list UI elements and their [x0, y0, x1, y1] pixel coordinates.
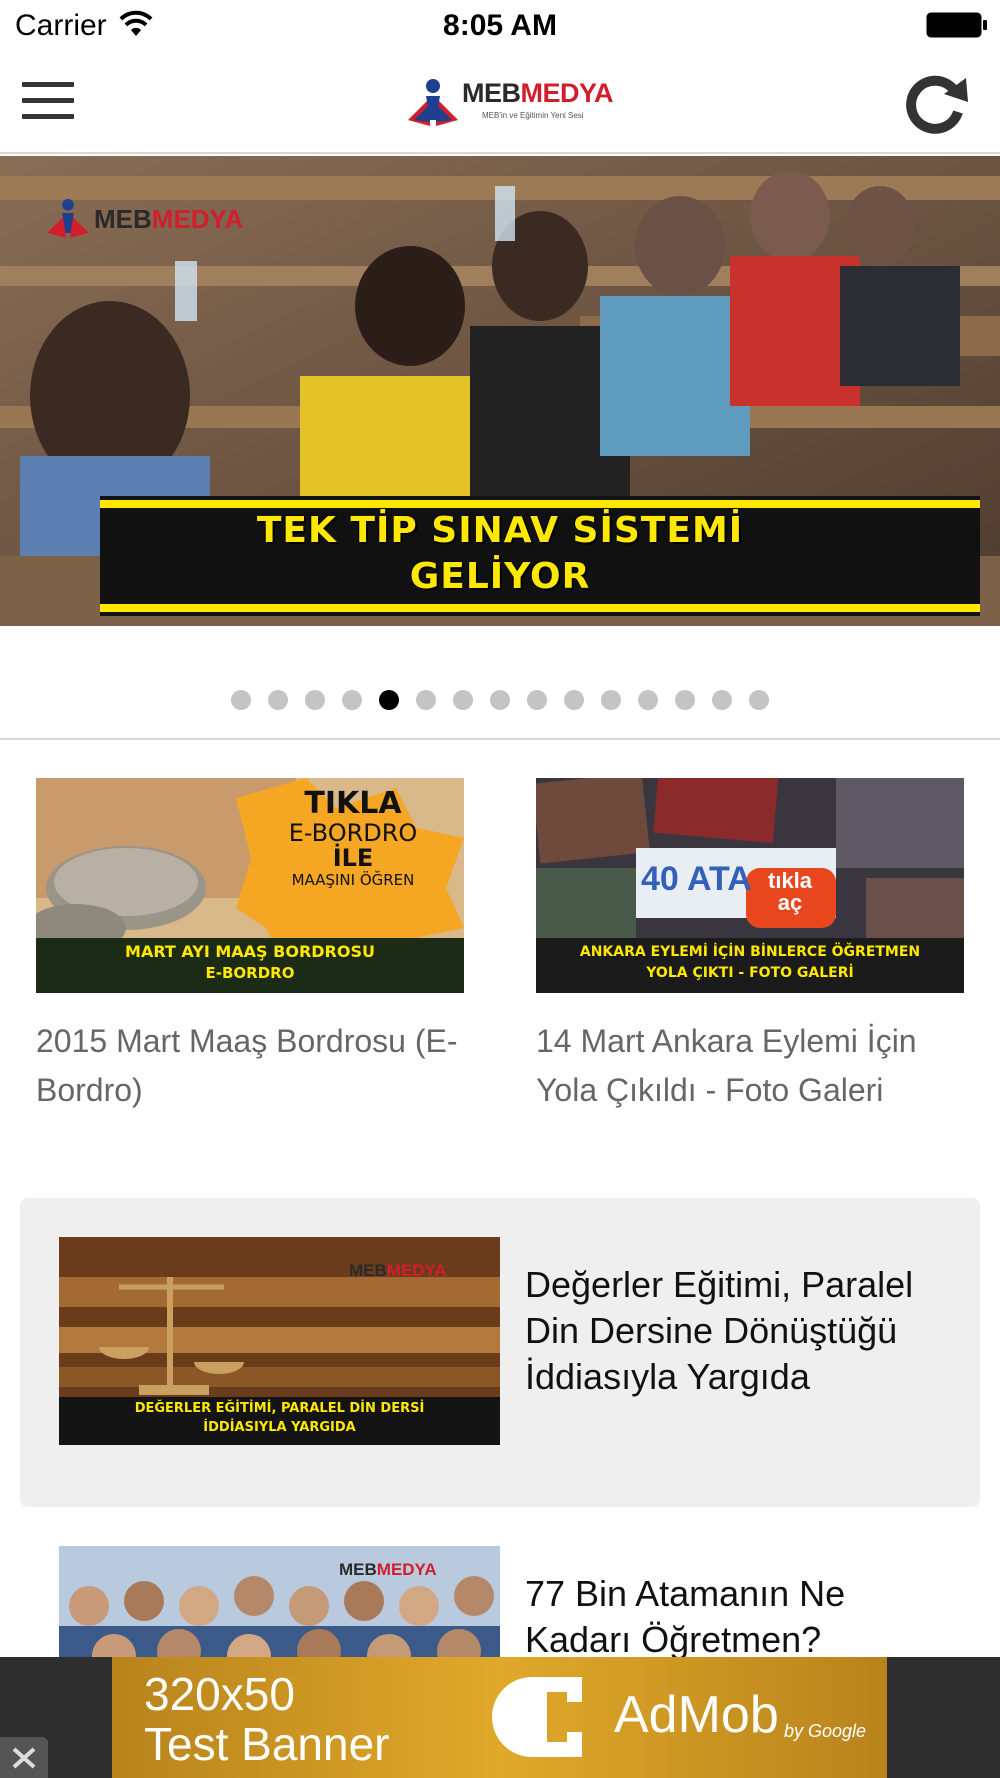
logo-text-medya: MEDYA [520, 78, 614, 108]
menu-button[interactable] [22, 82, 74, 122]
thumb-brand: MEDYA [386, 1261, 447, 1280]
status-bar: Carrier 8:05 AM [0, 0, 1000, 50]
news-title: 77 Bin Atamanın Ne Kadarı Öğretmen? [525, 1573, 846, 1660]
ad-text-line-2: Test Banner [144, 1718, 390, 1770]
hamburger-icon-bar [22, 82, 74, 87]
hero-title-line-1: TEK TİP SINAV SİSTEMİ [256, 510, 744, 551]
news-thumbnail: TIKLA E-BORDRO İLE MAAŞINI ÖĞREN MART AY… [36, 778, 464, 993]
thumb-text: İDDİASIYLA YARGIDA [203, 1420, 356, 1435]
page-dot[interactable] [230, 690, 251, 710]
page-dot[interactable] [748, 690, 769, 710]
news-grid-item[interactable]: TIKLA E-BORDRO İLE MAAŞINI ÖĞREN MART AY… [36, 778, 464, 1115]
page-dot[interactable] [526, 690, 547, 710]
hamburger-icon-bar [22, 114, 74, 119]
hero-brand-watermark: MEBMEDYA [44, 196, 244, 240]
news-caption: 2015 Mart Maaş Bordrosu (E-Bordro) [36, 1023, 458, 1108]
battery-icon [926, 12, 987, 38]
navigation-bar: MEBMEDYA MEB'in ve Eğitimin Yeni Sesi [0, 50, 1000, 154]
hero-brand-meb: MEB [94, 204, 152, 234]
hero-title: TEK TİP SINAV SİSTEMİ GELİYOR [160, 508, 840, 600]
app-logo: MEBMEDYA MEB'in ve Eğitimin Yeni Sesi [404, 74, 614, 130]
logo-wordmark: MEBMEDYA [462, 78, 614, 109]
hamburger-icon-bar [22, 98, 74, 103]
page-dot[interactable] [415, 690, 436, 710]
page-dot[interactable] [563, 690, 584, 710]
hero-brand-text: MEBMEDYA [94, 204, 243, 235]
admob-test-banner[interactable]: 320x50 Test Banner AdMob by Google [112, 1657, 887, 1778]
app-screen: Carrier 8:05 AM MEBMEDYA MEB'in ve Eğiti… [0, 0, 1000, 1778]
logo-text-meb: MEB [462, 78, 521, 108]
slider-page-indicator[interactable] [0, 690, 1000, 712]
clock: 8:05 AM [443, 9, 557, 42]
thumb-brand: MEB [349, 1261, 387, 1280]
thumb-text: YOLA ÇIKTI - FOTO GALERİ [646, 965, 854, 981]
thumb-text: DEĞERLER EĞİTİMİ, PARALEL DİN DERSİ [134, 1401, 425, 1416]
news-title: Değerler Eğitimi, Paralel Din Dersine Dö… [525, 1264, 914, 1397]
ad-text: 320x50 Test Banner [144, 1669, 389, 1769]
page-dot[interactable] [637, 690, 658, 710]
ad-brand: AdMob [614, 1686, 779, 1744]
thumb-text: MART AYI MAAŞ BORDROSU [125, 942, 375, 961]
page-dot[interactable] [304, 690, 325, 710]
hero-slider[interactable]: MEBMEDYA TEK TİP SINAV SİSTEMİ GELİYOR [0, 156, 1000, 626]
thumb-brand: MEB [339, 1560, 377, 1579]
section-divider [0, 738, 1000, 740]
logo-emblem-icon [408, 79, 458, 126]
thumb-text: aç [777, 890, 803, 915]
ad-banner-bar: 320x50 Test Banner AdMob by Google [0, 1657, 1000, 1778]
ad-brand-sub: by Google [784, 1721, 867, 1741]
thumb-text: E-BORDRO [205, 964, 295, 982]
news-thumbnail: 40 ATA tıkla aç ANKARA EYLEMİ İÇİN BİNLE… [536, 778, 964, 993]
hero-brand-medya: MEDYA [151, 204, 244, 234]
thumb-text: MAAŞINI ÖĞREN [291, 871, 415, 889]
news-caption: 14 Mart Ankara Eylemi İçin Yola Çıkıldı … [536, 1023, 917, 1108]
thumb-text: 40 ATA [641, 860, 752, 898]
thumb-text: E-BORDRO [288, 819, 418, 847]
thumb-brand: MEDYA [376, 1560, 437, 1579]
logo-emblem-icon [47, 198, 89, 238]
thumb-text: ANKARA EYLEMİ İÇİN BİNLERCE ÖĞRETMEN [579, 944, 921, 960]
page-dot[interactable] [711, 690, 732, 710]
news-list-item[interactable]: MEBMEDYA DEĞERLER EĞİTİMİ, PARALEL DİN D… [20, 1198, 980, 1507]
page-dot-active[interactable] [378, 690, 399, 710]
thumb-text: İLE [332, 844, 374, 872]
page-dot[interactable] [674, 690, 695, 710]
ad-text-line-1: 320x50 [144, 1668, 295, 1720]
hero-title-line-2: GELİYOR [409, 556, 591, 597]
thumb-text: TIKLA [304, 786, 402, 821]
news-thumbnail: MEBMEDYA DEĞERLER EĞİTİMİ, PARALEL DİN D… [59, 1237, 500, 1445]
news-grid-item[interactable]: 40 ATA tıkla aç ANKARA EYLEMİ İÇİN BİNLE… [536, 778, 964, 1115]
logo-tagline: MEB'in ve Eğitimin Yeni Sesi [482, 111, 584, 120]
refresh-icon[interactable] [902, 72, 972, 136]
page-dot[interactable] [489, 690, 510, 710]
thumb-text: tıkla [768, 868, 813, 893]
page-dot[interactable] [341, 690, 362, 710]
page-dot[interactable] [600, 690, 621, 710]
close-icon[interactable] [0, 1737, 48, 1778]
page-dot[interactable] [267, 690, 288, 710]
page-dot[interactable] [452, 690, 473, 710]
